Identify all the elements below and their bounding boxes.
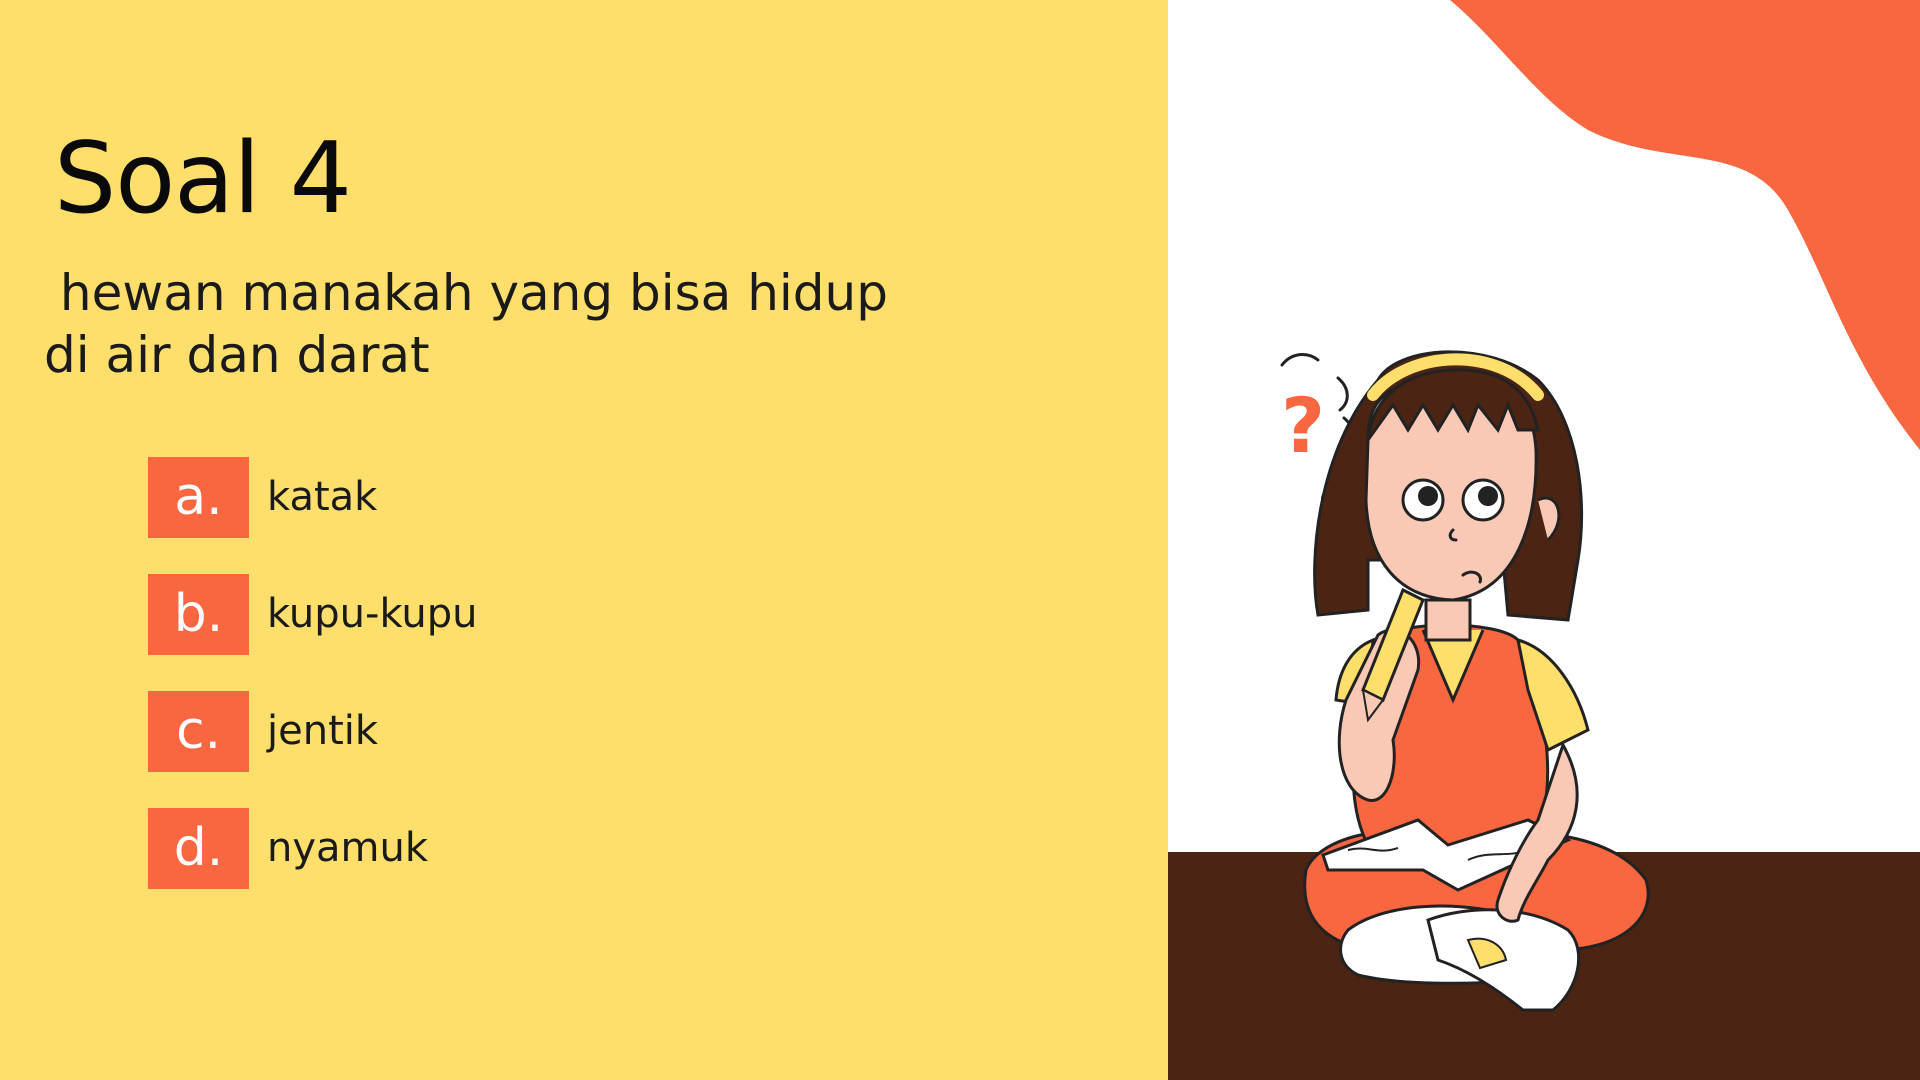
question-panel: Soal 4 hewan manakah yang bisa hidup di … bbox=[0, 0, 1168, 1080]
option-c[interactable]: c. jentik bbox=[148, 690, 478, 772]
option-a-letter: a. bbox=[148, 456, 249, 538]
option-c-letter: c. bbox=[148, 690, 249, 772]
option-b[interactable]: b. kupu-kupu bbox=[148, 573, 478, 655]
svg-text:?: ? bbox=[1281, 381, 1325, 470]
girl-figure bbox=[1303, 350, 1650, 1012]
option-d-text: nyamuk bbox=[267, 825, 429, 871]
option-b-letter: b. bbox=[148, 573, 249, 655]
slide-title: Soal 4 bbox=[54, 122, 352, 236]
option-d[interactable]: d. nyamuk bbox=[148, 807, 478, 889]
quiz-slide: Soal 4 hewan manakah yang bisa hidup di … bbox=[0, 0, 1920, 1080]
question-text: hewan manakah yang bisa hidup di air dan… bbox=[44, 264, 888, 384]
option-c-text: jentik bbox=[267, 708, 379, 754]
option-b-text: kupu-kupu bbox=[267, 591, 478, 637]
option-a-text: katak bbox=[267, 474, 378, 520]
option-a[interactable]: a. katak bbox=[148, 456, 478, 538]
option-d-letter: d. bbox=[148, 807, 249, 889]
illustration-panel: ? bbox=[1168, 0, 1920, 1080]
answer-options: a. katak b. kupu-kupu c. jentik d. nyamu… bbox=[148, 456, 478, 924]
thinking-girl-illustration: ? bbox=[1168, 0, 1920, 1080]
